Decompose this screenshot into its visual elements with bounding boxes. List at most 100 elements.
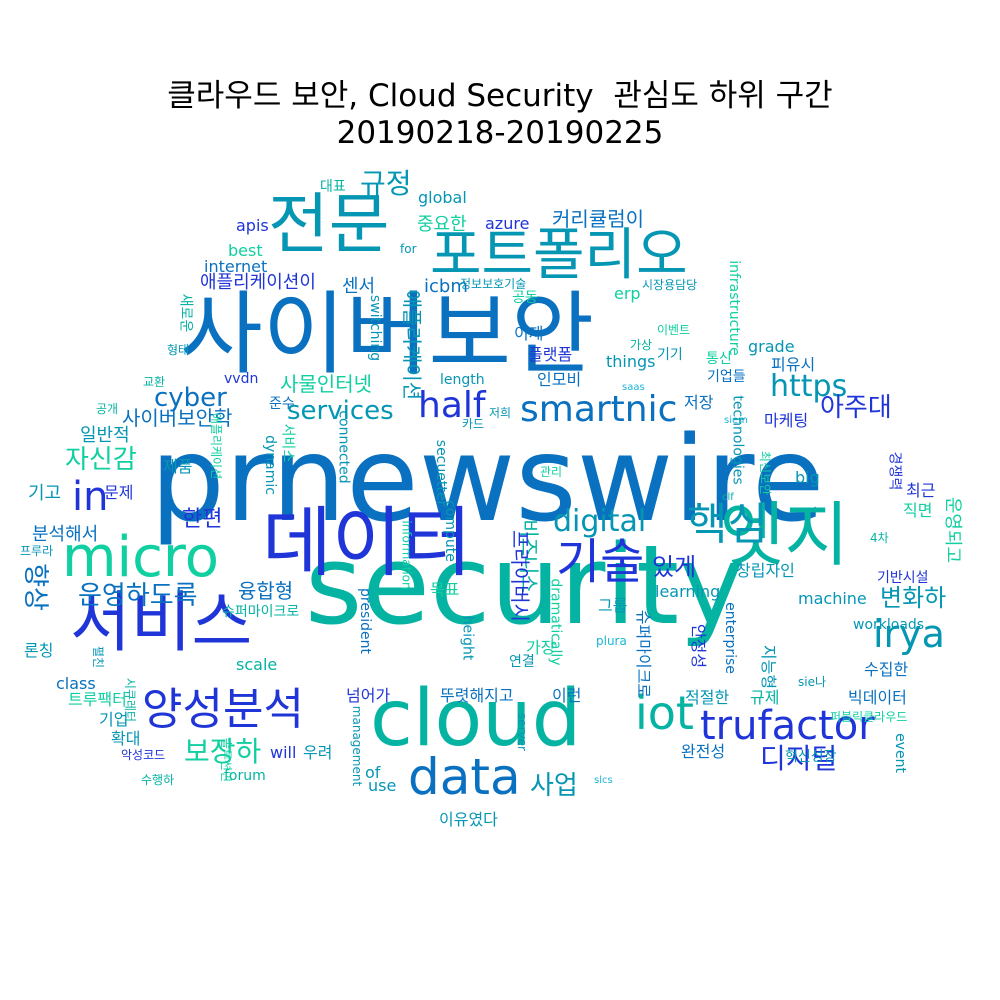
cloud-word: 마케팅 bbox=[764, 411, 809, 430]
cloud-word: 우려 bbox=[303, 743, 333, 762]
cloud-word: 확대 bbox=[111, 729, 141, 748]
cloud-word: 론칭 bbox=[24, 641, 54, 660]
cloud-word: 트루팩터 bbox=[68, 690, 127, 709]
cloud-word: 저희 bbox=[489, 406, 512, 420]
cloud-word: clf bbox=[722, 492, 734, 503]
cloud-word: connected bbox=[335, 409, 352, 484]
cloud-word: saas bbox=[622, 382, 645, 393]
cloud-word: 기술 bbox=[556, 534, 645, 590]
cloud-word: 최근 bbox=[906, 481, 936, 500]
cloud-word: 최신보안 bbox=[758, 450, 773, 496]
cloud-word: 핵심 bbox=[687, 499, 768, 550]
cloud-word: 연결 bbox=[509, 654, 535, 670]
cloud-word: for bbox=[400, 242, 417, 256]
cloud-word: dynamic bbox=[261, 435, 278, 495]
cloud-word: 기업 bbox=[99, 710, 129, 729]
cloud-word: smartnic bbox=[520, 389, 678, 430]
cloud-word: 제품 bbox=[163, 457, 193, 476]
cloud-word: plura bbox=[596, 634, 627, 648]
cloud-word: in bbox=[72, 474, 109, 520]
cloud-word: 혁신성장 bbox=[785, 749, 837, 765]
cloud-word: 중요한 bbox=[417, 214, 467, 235]
cloud-word: 애플리케이션 bbox=[209, 412, 224, 480]
cloud-word: 수집한 bbox=[864, 660, 909, 679]
cloud-word: 직면 bbox=[903, 501, 933, 520]
cloud-word: 교환 bbox=[143, 375, 166, 389]
cloud-word: 플랫폼 bbox=[528, 345, 573, 364]
cloud-word: 규제 bbox=[750, 688, 780, 707]
cloud-word: 인모비 bbox=[537, 370, 582, 389]
cloud-word: 서비스 bbox=[278, 423, 295, 462]
cloud-word: 통신 bbox=[706, 351, 732, 367]
cloud-word: technologies bbox=[729, 394, 746, 485]
cloud-word: 슈퍼마이크로 bbox=[634, 609, 654, 699]
cloud-word: 악성코드 bbox=[121, 748, 166, 762]
cloud-word: grade bbox=[748, 337, 795, 356]
cloud-word: slcs bbox=[594, 775, 613, 786]
cloud-word: 한편 bbox=[182, 507, 223, 532]
cloud-word: 솔루션인 bbox=[219, 737, 234, 783]
cloud-word: big bbox=[795, 468, 820, 487]
cloud-word: 새로운 bbox=[176, 293, 193, 332]
cloud-word: global bbox=[418, 188, 467, 207]
cloud-word: 가상 bbox=[630, 338, 653, 352]
cloud-word: infrastructure bbox=[725, 260, 742, 356]
cloud-word: 변화하 bbox=[880, 584, 947, 612]
cloud-word: machine bbox=[798, 589, 867, 608]
cloud-word: president bbox=[357, 588, 373, 654]
cloud-word: management bbox=[350, 705, 365, 787]
cloud-word: 피유시 bbox=[771, 355, 816, 374]
cloud-word: 프라이버시 bbox=[508, 530, 532, 622]
cloud-word: 사업 bbox=[530, 771, 578, 801]
cloud-word: height bbox=[458, 615, 475, 660]
cloud-word: data bbox=[408, 748, 521, 806]
cloud-word: vvdn bbox=[224, 371, 259, 387]
cloud-word: 저장 bbox=[684, 393, 714, 412]
cloud-word: things bbox=[606, 352, 656, 371]
cloud-word: 일반적 bbox=[80, 425, 130, 446]
cloud-word: 창립자인 bbox=[736, 561, 795, 580]
cloud-word: 이벤트 bbox=[657, 323, 691, 337]
cloud-word: compute bbox=[441, 500, 458, 562]
cloud-word: 기반시설 bbox=[877, 570, 929, 586]
cloud-word: erp bbox=[614, 284, 641, 303]
cloud-word: 운영하도록 bbox=[78, 581, 198, 611]
cloud-word: 시장용담당 bbox=[642, 278, 698, 292]
cloud-word: 빅데이터 bbox=[848, 688, 907, 707]
cloud-word: length bbox=[440, 372, 485, 388]
cloud-word: 공개 bbox=[96, 402, 119, 416]
cloud-word: 그룹 bbox=[598, 596, 628, 615]
cloud-word: event bbox=[891, 733, 908, 773]
cloud-word: 이제 bbox=[514, 324, 544, 343]
cloud-word: 슈퍼마이크로 bbox=[222, 604, 300, 620]
cloud-word: 자신감 bbox=[65, 445, 137, 475]
cloud-word: 센서 bbox=[342, 276, 376, 297]
cloud-word: secuetter bbox=[433, 439, 450, 507]
cloud-word: enterprise bbox=[721, 602, 738, 674]
cloud-word: 적절한 bbox=[685, 688, 730, 707]
cloud-word: 경쟁력 bbox=[885, 451, 902, 490]
cloud-word: server bbox=[515, 713, 529, 751]
cloud-word: 데이터 bbox=[262, 498, 472, 587]
cloud-word: 분석해서 bbox=[32, 524, 99, 545]
cloud-word: 기업들 bbox=[707, 369, 746, 385]
cloud-word: 운영되고 bbox=[942, 496, 964, 564]
cloud-word: scale bbox=[236, 655, 278, 674]
cloud-word: 프루라 bbox=[20, 544, 54, 558]
cloud-word: will bbox=[270, 743, 297, 762]
cloud-word: 형태 bbox=[167, 343, 190, 357]
cloud-word: 뚜렷해지고 bbox=[440, 686, 514, 705]
cloud-word: 규정 bbox=[360, 167, 412, 200]
cloud-word: information bbox=[399, 519, 414, 590]
cloud-word: 애플리케이션 bbox=[400, 289, 425, 401]
cloud-word: sie나 bbox=[798, 675, 827, 689]
cloud-word: 이유였다 bbox=[439, 810, 498, 829]
cloud-word: 4차 bbox=[870, 531, 889, 545]
cloud-word: 목표 bbox=[430, 580, 460, 599]
cloud-word: 문제 bbox=[104, 483, 134, 502]
cloud-word: 이런 bbox=[552, 686, 582, 705]
cloud-word: 대표 bbox=[320, 179, 346, 195]
cloud-word: use bbox=[368, 776, 397, 795]
cloud-word: learning bbox=[655, 582, 721, 601]
cloud-word: 관리 bbox=[540, 465, 563, 479]
